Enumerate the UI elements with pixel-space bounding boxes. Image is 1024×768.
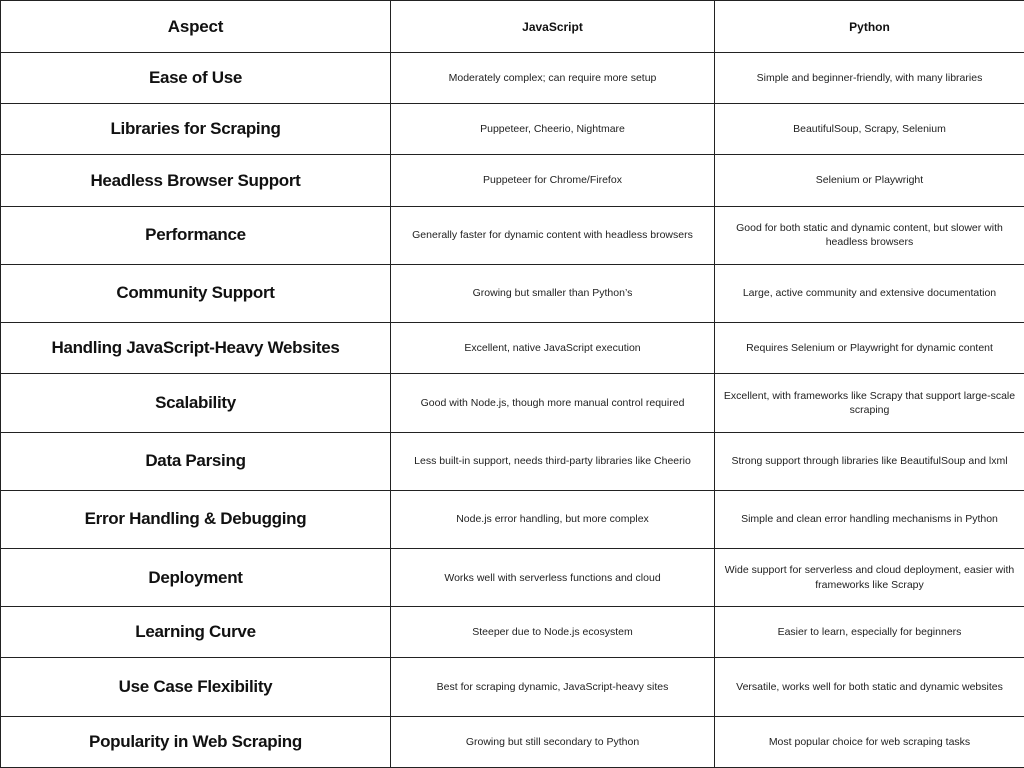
javascript-cell: Node.js error handling, but more complex: [390, 489, 715, 549]
python-cell: Good for both static and dynamic content…: [714, 205, 1024, 265]
table-header-row: Aspect JavaScript Python: [0, 0, 1024, 53]
javascript-cell: Works well with serverless functions and…: [390, 547, 715, 608]
aspect-cell: Ease of Use: [0, 51, 391, 105]
javascript-cell: Moderately complex; can require more set…: [390, 51, 715, 105]
header-python: Python: [714, 0, 1024, 53]
aspect-cell: Learning Curve: [0, 606, 391, 659]
table-row: Data Parsing Less built-in support, need…: [0, 431, 1024, 491]
python-cell: Strong support through libraries like Be…: [714, 431, 1024, 491]
javascript-cell: Puppeteer for Chrome/Firefox: [390, 154, 715, 207]
aspect-cell: Use Case Flexibility: [0, 657, 391, 717]
table-row: Learning Curve Steeper due to Node.js ec…: [0, 606, 1024, 659]
javascript-cell: Best for scraping dynamic, JavaScript-he…: [390, 657, 715, 717]
python-cell: Easier to learn, especially for beginner…: [714, 606, 1024, 659]
table-row: Handling JavaScript-Heavy Websites Excel…: [0, 322, 1024, 375]
aspect-cell: Community Support: [0, 263, 391, 324]
python-cell: Simple and clean error handling mechanis…: [714, 489, 1024, 549]
aspect-cell: Error Handling & Debugging: [0, 489, 391, 549]
javascript-cell: Good with Node.js, though more manual co…: [390, 373, 715, 433]
table-row: Error Handling & Debugging Node.js error…: [0, 489, 1024, 549]
table-row: Libraries for Scraping Puppeteer, Cheeri…: [0, 103, 1024, 156]
aspect-cell: Deployment: [0, 547, 391, 608]
aspect-cell: Headless Browser Support: [0, 154, 391, 207]
python-cell: Wide support for serverless and cloud de…: [714, 547, 1024, 608]
python-cell: Requires Selenium or Playwright for dyna…: [714, 322, 1024, 375]
javascript-cell: Less built-in support, needs third-party…: [390, 431, 715, 491]
python-cell: Excellent, with frameworks like Scrapy t…: [714, 373, 1024, 433]
javascript-cell: Steeper due to Node.js ecosystem: [390, 606, 715, 659]
javascript-cell: Puppeteer, Cheerio, Nightmare: [390, 103, 715, 156]
aspect-cell: Scalability: [0, 373, 391, 433]
table-row: Community Support Growing but smaller th…: [0, 263, 1024, 324]
table-row: Scalability Good with Node.js, though mo…: [0, 373, 1024, 433]
table-row: Ease of Use Moderately complex; can requ…: [0, 51, 1024, 105]
table-row: Deployment Works well with serverless fu…: [0, 547, 1024, 608]
table-row: Use Case Flexibility Best for scraping d…: [0, 657, 1024, 717]
aspect-cell: Libraries for Scraping: [0, 103, 391, 156]
python-cell: Versatile, works well for both static an…: [714, 657, 1024, 717]
header-javascript: JavaScript: [390, 0, 715, 53]
aspect-cell: Popularity in Web Scraping: [0, 715, 391, 768]
aspect-cell: Data Parsing: [0, 431, 391, 491]
comparison-table: Aspect JavaScript Python Ease of Use Mod…: [0, 0, 1024, 768]
aspect-cell: Handling JavaScript-Heavy Websites: [0, 322, 391, 375]
javascript-cell: Excellent, native JavaScript execution: [390, 322, 715, 375]
aspect-cell: Performance: [0, 205, 391, 265]
header-aspect: Aspect: [0, 0, 391, 53]
python-cell: Simple and beginner-friendly, with many …: [714, 51, 1024, 105]
javascript-cell: Growing but still secondary to Python: [390, 715, 715, 768]
table-row: Headless Browser Support Puppeteer for C…: [0, 154, 1024, 207]
table-row: Performance Generally faster for dynamic…: [0, 205, 1024, 265]
javascript-cell: Generally faster for dynamic content wit…: [390, 205, 715, 265]
table-row: Popularity in Web Scraping Growing but s…: [0, 715, 1024, 768]
javascript-cell: Growing but smaller than Python’s: [390, 263, 715, 324]
python-cell: Selenium or Playwright: [714, 154, 1024, 207]
python-cell: BeautifulSoup, Scrapy, Selenium: [714, 103, 1024, 156]
python-cell: Most popular choice for web scraping tas…: [714, 715, 1024, 768]
python-cell: Large, active community and extensive do…: [714, 263, 1024, 324]
